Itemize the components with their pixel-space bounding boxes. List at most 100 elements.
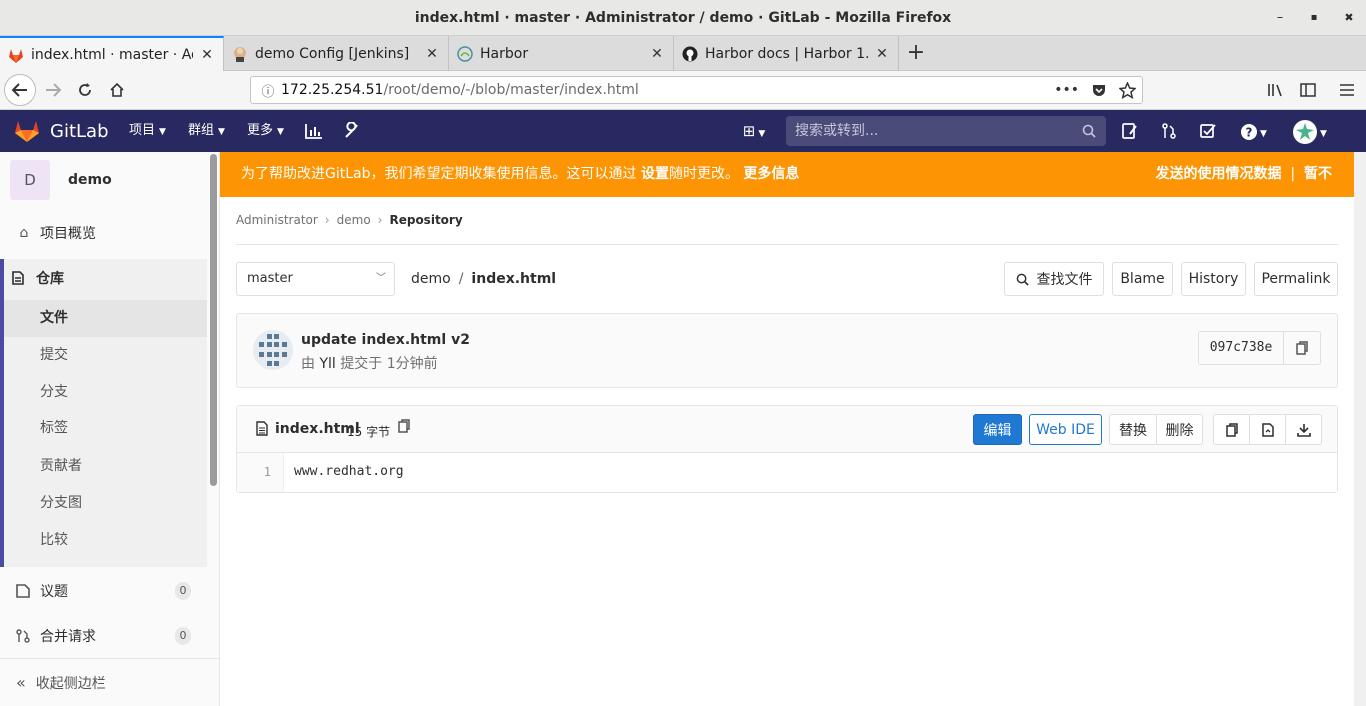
- path-separator: /: [458, 271, 464, 287]
- browser-tab-jenkins[interactable]: demo Config [Jenkins] ✕: [224, 36, 449, 71]
- svg-text:?: ?: [1246, 125, 1253, 139]
- close-window-button[interactable]: ✖: [1332, 0, 1366, 36]
- line-number[interactable]: 1: [237, 453, 284, 492]
- reload-button[interactable]: [70, 75, 100, 105]
- chevron-down-icon: ▼: [218, 127, 225, 137]
- gitlab-header: GitLab 项目 ▼ 群组 ▼ 更多 ▼ ⊞ ▼ 搜索或转到... ? ▼ ▼: [0, 110, 1366, 152]
- hamburger-menu-icon[interactable]: [1332, 75, 1362, 105]
- sidebar-project-link[interactable]: D demo: [10, 160, 112, 200]
- sidebar-subitem-graph[interactable]: 分支图: [4, 485, 207, 522]
- gitlab-home-link[interactable]: GitLab: [14, 119, 109, 143]
- sidebar-subitem-tags[interactable]: 标签: [4, 410, 207, 447]
- banner-send-button[interactable]: 发送的使用情况数据: [1156, 166, 1282, 182]
- copy-sha-button[interactable]: [1284, 332, 1320, 364]
- copy-file-path-icon[interactable]: [398, 419, 410, 433]
- nav-projects[interactable]: 项目 ▼: [129, 110, 166, 152]
- browser-tab-harbor[interactable]: Harbor ✕: [449, 36, 674, 71]
- download-button[interactable]: [1285, 414, 1322, 445]
- back-button[interactable]: [4, 74, 36, 106]
- activity-chart-icon[interactable]: [305, 110, 325, 152]
- sidebar-subitem-commits[interactable]: 提交: [4, 337, 207, 374]
- project-name: demo: [68, 172, 112, 188]
- nav-more[interactable]: 更多 ▼: [247, 110, 284, 152]
- commit-author-link[interactable]: Yll: [319, 356, 335, 372]
- tab-close-icon[interactable]: ✕: [199, 47, 215, 63]
- sidebar-toggle-icon[interactable]: [1293, 75, 1323, 105]
- history-button[interactable]: History: [1181, 262, 1246, 296]
- chevron-down-icon: ▼: [159, 127, 166, 137]
- tab-close-icon[interactable]: ✕: [424, 46, 440, 62]
- banner-more-info-link[interactable]: 更多信息: [743, 166, 799, 182]
- sidebar-subitem-branches[interactable]: 分支: [4, 374, 207, 411]
- replace-button[interactable]: 替换: [1109, 414, 1157, 445]
- bookmark-star-icon[interactable]: [1119, 81, 1136, 99]
- nav-groups[interactable]: 群组 ▼: [188, 110, 225, 152]
- url-bar[interactable]: ⓘ 172.25.254.51/root/demo/-/blob/master/…: [250, 76, 1143, 104]
- last-commit-panel: update index.html v2 由 Yll 提交于 1分钟前 097c…: [236, 313, 1338, 388]
- admin-wrench-icon[interactable]: [343, 110, 363, 152]
- delete-button[interactable]: 删除: [1156, 414, 1203, 445]
- nav-projects-label: 项目: [129, 123, 156, 138]
- page-scrollbar[interactable]: [1354, 152, 1366, 706]
- breadcrumb-owner[interactable]: Administrator: [236, 213, 318, 227]
- sidebar-item-repository[interactable]: 仓库: [0, 259, 207, 296]
- home-icon: ⌂: [19, 224, 29, 241]
- branch-selector[interactable]: master ﹀: [236, 262, 395, 296]
- collapse-sidebar-button[interactable]: « 收起侧边栏: [0, 658, 219, 706]
- browser-tab-gitlab[interactable]: index.html · master · Adm ✕: [0, 36, 224, 72]
- home-button[interactable]: [102, 75, 132, 105]
- help-menu[interactable]: ? ▼: [1237, 110, 1271, 152]
- commit-time: 提交于 1分钟前: [335, 356, 438, 372]
- issues-icon: [16, 583, 32, 598]
- new-item-button[interactable]: ⊞ ▼: [737, 110, 771, 152]
- merge-requests-count-badge: 0: [175, 626, 191, 645]
- pocket-icon[interactable]: [1091, 82, 1107, 98]
- minimize-button[interactable]: –: [1263, 0, 1297, 36]
- sidebar-item-label: 合并请求: [40, 628, 96, 645]
- search-input[interactable]: 搜索或转到...: [786, 116, 1106, 146]
- permalink-button[interactable]: Permalink: [1254, 262, 1338, 296]
- gitlab-brand: GitLab: [50, 120, 109, 142]
- find-file-button[interactable]: 查找文件: [1004, 262, 1104, 296]
- commit-sha-link[interactable]: 097c738e: [1199, 332, 1284, 364]
- arrow-left-icon: [11, 83, 27, 97]
- document-icon: [12, 270, 28, 285]
- site-info-icon[interactable]: ⓘ: [255, 81, 281, 100]
- path-project-link[interactable]: demo: [411, 271, 451, 287]
- copy-source-button[interactable]: [1213, 414, 1250, 445]
- merge-request-icon[interactable]: [1161, 110, 1181, 152]
- open-raw-button[interactable]: [1249, 414, 1286, 445]
- library-icon[interactable]: [1261, 75, 1291, 105]
- sidebar-item-overview[interactable]: ⌂ 项目概览: [0, 214, 207, 251]
- sidebar-subitem-files[interactable]: 文件: [4, 300, 207, 337]
- new-tab-button[interactable]: +: [903, 36, 929, 71]
- avatar[interactable]: [253, 330, 293, 370]
- web-ide-button[interactable]: Web IDE: [1029, 414, 1102, 445]
- browser-tab-harbor-docs[interactable]: Harbor docs | Harbor 1.10 ✕: [674, 36, 899, 71]
- blame-button[interactable]: Blame: [1112, 262, 1173, 296]
- sidebar-subitem-compare[interactable]: 比较: [4, 522, 207, 559]
- tab-close-icon[interactable]: ✕: [874, 46, 890, 62]
- banner-not-now-button[interactable]: 暂不: [1304, 166, 1332, 182]
- sidebar-item-merge-requests[interactable]: 合并请求 0: [0, 617, 207, 654]
- path-file-name[interactable]: index.html: [471, 271, 556, 287]
- search-icon: [1082, 116, 1096, 138]
- tab-strip: index.html · master · Adm ✕ demo Config …: [0, 36, 1366, 72]
- checkbox-todo-icon[interactable]: [1200, 110, 1220, 152]
- commit-title-link[interactable]: update index.html v2: [301, 332, 470, 348]
- breadcrumb-project[interactable]: demo: [337, 213, 371, 227]
- forward-button[interactable]: [38, 75, 68, 105]
- breadcrumb-current[interactable]: Repository: [389, 213, 462, 227]
- branch-name: master: [247, 271, 293, 286]
- tab-close-icon[interactable]: ✕: [649, 46, 665, 62]
- sidebar-subitem-contributors[interactable]: 贡献者: [4, 448, 207, 485]
- banner-settings-link[interactable]: 设置: [641, 166, 669, 182]
- sidebar-scrollbar[interactable]: [210, 154, 217, 486]
- page-actions-icon[interactable]: •••: [1054, 82, 1079, 98]
- todo-list-icon[interactable]: [1122, 110, 1142, 152]
- user-menu[interactable]: ▼: [1289, 110, 1331, 152]
- edit-button[interactable]: 编辑: [973, 414, 1022, 445]
- maximize-button[interactable]: ▪: [1297, 0, 1331, 36]
- gitlab-logo-icon: [15, 121, 39, 142]
- sidebar-item-issues[interactable]: 议题 0: [0, 572, 207, 609]
